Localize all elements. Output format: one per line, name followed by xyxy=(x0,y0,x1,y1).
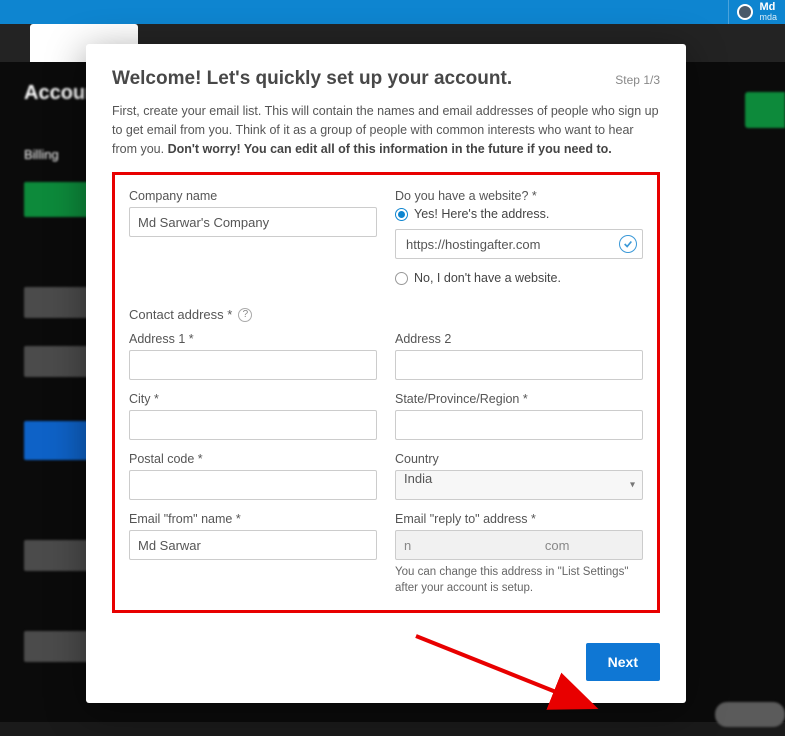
postal-label: Postal code * xyxy=(129,452,377,466)
state-label: State/Province/Region * xyxy=(395,392,643,406)
next-button[interactable]: Next xyxy=(586,643,660,681)
top-bar: Md mda xyxy=(0,0,785,24)
avatar xyxy=(737,4,753,20)
address1-input[interactable] xyxy=(129,350,377,380)
help-icon[interactable]: ? xyxy=(238,308,252,322)
user-sub: mda xyxy=(759,12,777,22)
setup-modal: Welcome! Let's quickly set up your accou… xyxy=(86,44,686,703)
reply-to-label: Email "reply to" address * xyxy=(395,512,643,526)
country-value: India xyxy=(404,471,432,486)
company-label: Company name xyxy=(129,189,377,203)
form-highlight-frame: Company name Do you have a website? * Ye… xyxy=(112,172,660,613)
contact-section-label: Contact address * ? xyxy=(129,307,643,322)
contact-section-text: Contact address * xyxy=(129,307,232,322)
address2-label: Address 2 xyxy=(395,332,643,346)
postal-input[interactable] xyxy=(129,470,377,500)
website-yes-option[interactable]: Yes! Here's the address. xyxy=(395,207,643,221)
country-label: Country xyxy=(395,452,643,466)
user-name: Md xyxy=(759,2,777,12)
website-no-option[interactable]: No, I don't have a website. xyxy=(395,271,643,285)
modal-description: First, create your email list. This will… xyxy=(112,102,660,158)
from-name-label: Email "from" name * xyxy=(129,512,377,526)
modal-desc-bold: Don't worry! You can edit all of this in… xyxy=(168,142,612,156)
company-input[interactable] xyxy=(129,207,377,237)
modal-title: Welcome! Let's quickly set up your accou… xyxy=(112,68,512,90)
city-label: City * xyxy=(129,392,377,406)
address1-label: Address 1 * xyxy=(129,332,377,346)
step-indicator: Step 1/3 xyxy=(615,73,660,87)
radio-unchecked-icon xyxy=(395,272,408,285)
website-url-input[interactable] xyxy=(395,229,643,259)
reply-to-hint: You can change this address in "List Set… xyxy=(395,564,643,596)
country-select[interactable]: India xyxy=(395,470,643,500)
website-question-label: Do you have a website? * xyxy=(395,189,643,203)
radio-checked-icon xyxy=(395,208,408,221)
user-menu[interactable]: Md mda xyxy=(728,0,785,24)
website-no-label: No, I don't have a website. xyxy=(414,271,561,285)
website-yes-label: Yes! Here's the address. xyxy=(414,207,549,221)
reply-to-input xyxy=(395,530,643,560)
state-input[interactable] xyxy=(395,410,643,440)
address2-input[interactable] xyxy=(395,350,643,380)
from-name-input[interactable] xyxy=(129,530,377,560)
city-input[interactable] xyxy=(129,410,377,440)
check-icon xyxy=(619,235,637,253)
